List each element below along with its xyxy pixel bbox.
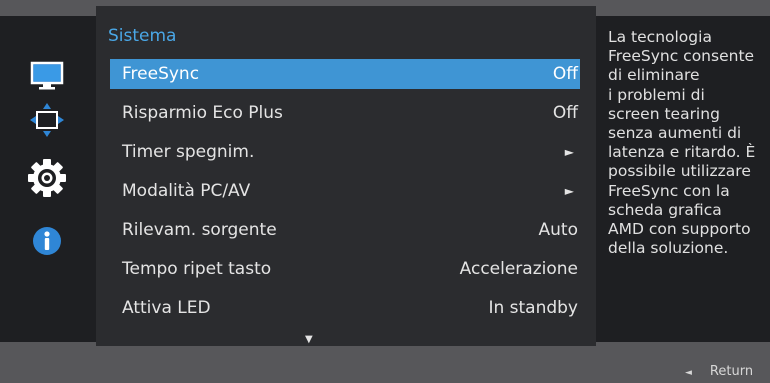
system-gear-icon[interactable] [27,158,67,198]
help-panel: La tecnologia FreeSync consente di elimi… [596,16,770,342]
menu-item-label: Attiva LED [122,298,211,318]
onscreen-display-icon[interactable] [27,100,67,140]
return-label: Return [709,364,754,379]
submenu-arrow-icon: ► [564,145,574,159]
menu-item-off-timer[interactable]: Timer spegnim. ► [110,137,580,167]
return-hint[interactable]: ◄ Return [685,364,753,379]
system-menu-panel: Sistema FreeSync Off Risparmio Eco Plus … [96,6,596,346]
menu-item-source-detection[interactable]: Rilevam. sorgente Auto [110,215,580,245]
information-icon[interactable] [27,221,67,261]
menu-item-label: Tempo ripet tasto [122,259,272,279]
menu-item-label: Timer spegnim. [122,142,255,162]
menu-item-eco-saving[interactable]: Risparmio Eco Plus Off [110,98,580,128]
menu-title: Sistema [108,26,177,46]
category-sidebar [0,16,96,342]
menu-item-value: Off [552,64,578,84]
menu-item-label: Risparmio Eco Plus [122,103,283,123]
menu-item-value: Off [552,103,578,123]
picture-icon[interactable] [27,56,67,96]
help-text: La tecnologia FreeSync consente di elimi… [608,28,756,258]
menu-item-value: In standby [488,298,578,318]
menu-item-freesync[interactable]: FreeSync Off [110,59,580,89]
menu-list: FreeSync Off Risparmio Eco Plus Off Time… [110,59,580,332]
menu-item-key-repeat-time[interactable]: Tempo ripet tasto Accelerazione [110,254,580,284]
menu-item-pc-av-mode[interactable]: Modalità PC/AV ► [110,176,580,206]
menu-item-label: FreeSync [122,64,200,84]
scroll-down-icon[interactable]: ▼ [305,334,313,345]
back-arrow-icon: ◄ [685,368,692,378]
menu-item-label: Rilevam. sorgente [122,220,277,240]
submenu-arrow-icon: ► [564,184,574,198]
menu-item-value: Auto [538,220,578,240]
menu-item-label: Modalità PC/AV [122,181,251,201]
menu-item-value: Accelerazione [459,259,578,279]
menu-item-power-led[interactable]: Attiva LED In standby [110,293,580,323]
